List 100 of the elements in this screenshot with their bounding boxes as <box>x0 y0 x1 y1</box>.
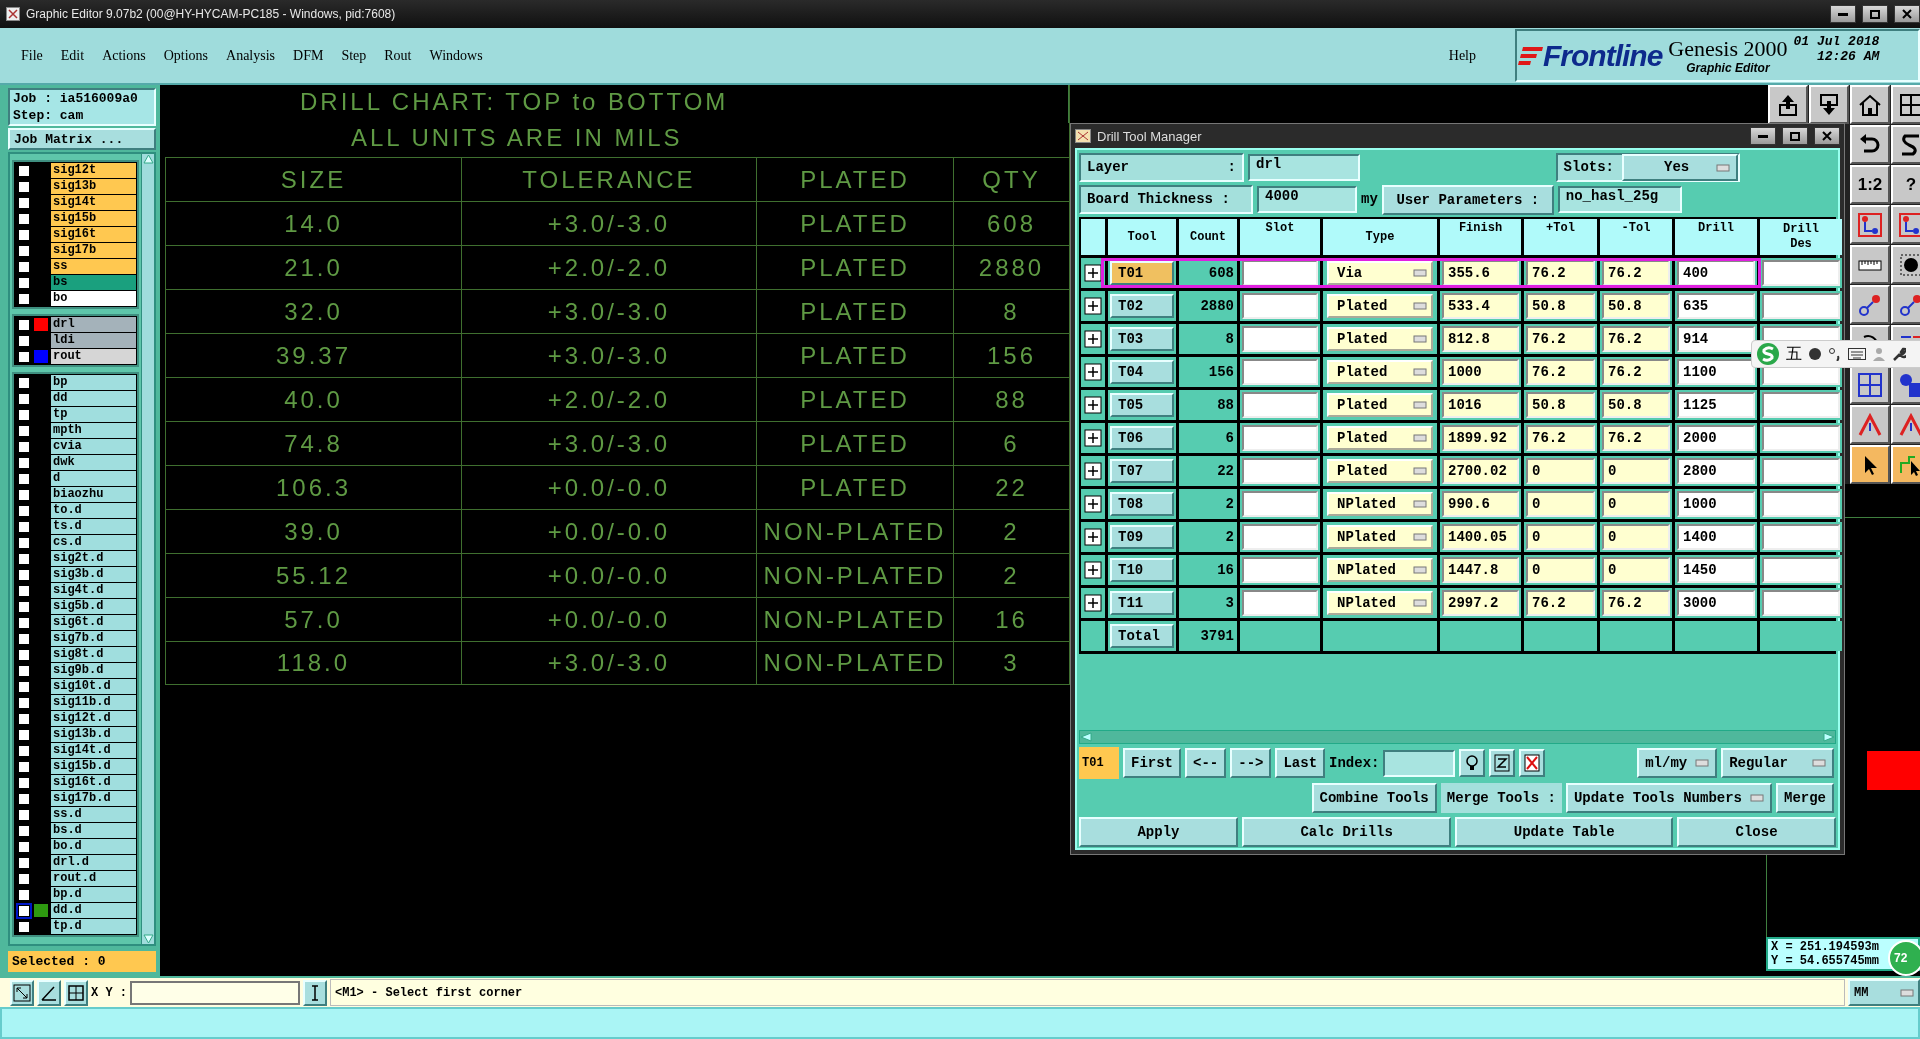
checkbox[interactable] <box>18 504 30 517</box>
layer-item[interactable]: ss <box>51 259 136 274</box>
input-field[interactable] <box>1242 557 1318 583</box>
toolbar-button[interactable] <box>1891 85 1920 124</box>
input-field[interactable]: 1016 <box>1442 392 1519 418</box>
input-field[interactable] <box>1762 260 1840 286</box>
toolbar-button[interactable] <box>1850 285 1890 324</box>
input-field[interactable]: 533.4 <box>1442 293 1519 319</box>
input-field[interactable]: 50.8 <box>1526 392 1595 418</box>
layer-item[interactable]: mpth <box>51 423 136 438</box>
action-button[interactable]: Close <box>1677 816 1837 847</box>
input-field[interactable] <box>1242 458 1318 484</box>
mode-dropdown[interactable]: Regular <box>1721 748 1834 778</box>
toolbar-button[interactable] <box>1891 205 1920 244</box>
layer-item[interactable]: drl <box>51 317 136 332</box>
checkbox[interactable] <box>18 632 30 645</box>
checkbox[interactable] <box>18 776 30 789</box>
input-field[interactable] <box>1762 392 1840 418</box>
layer-item[interactable]: sig12t.d <box>51 711 136 726</box>
layer-item[interactable]: sig6t.d <box>51 615 136 630</box>
input-field[interactable]: 76.2 <box>1602 260 1670 286</box>
layer-item[interactable]: ts.d <box>51 519 136 534</box>
input-field[interactable]: 50.8 <box>1526 293 1595 319</box>
expand-icon[interactable] <box>1084 396 1102 414</box>
menu-item[interactable]: Windows <box>420 47 492 64</box>
expand-icon[interactable] <box>1084 561 1102 579</box>
input-field[interactable]: drl <box>1248 154 1360 181</box>
input-field[interactable]: 2700.02 <box>1442 458 1519 484</box>
type-dropdown[interactable]: NPlated <box>1327 558 1433 582</box>
layer-item[interactable]: bp.d <box>51 887 136 902</box>
checkbox[interactable] <box>18 376 30 389</box>
tool-button[interactable]: T04 <box>1110 360 1174 384</box>
input-field[interactable]: 2000 <box>1677 425 1755 451</box>
layer-item[interactable]: sig14t.d <box>51 743 136 758</box>
type-dropdown[interactable]: Plated <box>1327 360 1433 384</box>
expand-icon[interactable] <box>1084 594 1102 612</box>
input-field[interactable]: 0 <box>1602 557 1670 583</box>
input-mode[interactable]: 五 <box>1786 343 1802 365</box>
type-dropdown[interactable]: NPlated <box>1327 525 1433 549</box>
layer-item[interactable]: tp <box>51 407 136 422</box>
input-field[interactable]: 50.8 <box>1602 392 1670 418</box>
dot-icon[interactable] <box>1808 347 1822 361</box>
layer-item[interactable]: bo <box>51 291 136 306</box>
tool-button[interactable]: T05 <box>1110 393 1174 417</box>
type-dropdown[interactable]: Plated <box>1327 327 1433 351</box>
layer-item[interactable]: sig9b.d <box>51 663 136 678</box>
layer-item[interactable]: sig15b.d <box>51 759 136 774</box>
nav-button[interactable]: First <box>1123 748 1181 778</box>
input-field[interactable]: 635 <box>1677 293 1755 319</box>
icon-button[interactable] <box>1489 749 1516 777</box>
layer-item[interactable]: sig16t <box>51 227 136 242</box>
input-field[interactable]: 1450 <box>1677 557 1755 583</box>
units-dropdown[interactable]: MM <box>1848 979 1920 1006</box>
toolbar-button[interactable] <box>1850 445 1890 484</box>
checkbox[interactable] <box>18 488 30 501</box>
checkbox[interactable] <box>18 648 30 661</box>
tool-button[interactable]: T03 <box>1110 327 1174 351</box>
close-button[interactable] <box>1894 5 1920 23</box>
tool-button[interactable]: T02 <box>1110 294 1174 318</box>
input-field[interactable] <box>1383 749 1456 777</box>
checkbox[interactable] <box>18 696 30 709</box>
input-field[interactable]: 76.2 <box>1526 326 1595 352</box>
checkbox[interactable] <box>18 664 30 677</box>
layer-item[interactable]: ss.d <box>51 807 136 822</box>
input-field[interactable]: 2997.2 <box>1442 590 1519 616</box>
tool-button[interactable]: T01 <box>1110 261 1174 285</box>
input-field[interactable] <box>1762 491 1840 517</box>
minimize-button[interactable] <box>1830 5 1856 23</box>
punctuation-icon[interactable] <box>1828 347 1842 361</box>
layer-item[interactable]: dd <box>51 391 136 406</box>
keyboard-icon[interactable] <box>1848 348 1866 360</box>
input-field[interactable]: 1000 <box>1442 359 1519 385</box>
action-button[interactable]: Apply <box>1079 816 1238 847</box>
input-field[interactable]: 0 <box>1526 557 1595 583</box>
toolbar-button[interactable]: ? <box>1891 165 1920 204</box>
layer-item[interactable]: sig8t.d <box>51 647 136 662</box>
checkbox[interactable] <box>18 276 30 289</box>
type-dropdown[interactable]: NPlated <box>1327 591 1433 615</box>
checkbox[interactable] <box>18 228 30 241</box>
units-dropdown[interactable]: ml/my <box>1637 748 1718 778</box>
checkbox[interactable] <box>18 472 30 485</box>
expand-icon[interactable] <box>1084 297 1102 315</box>
tool-button[interactable]: T10 <box>1110 558 1174 582</box>
input-field[interactable] <box>130 980 300 1005</box>
cursor-button[interactable] <box>303 979 327 1006</box>
input-field[interactable]: 0 <box>1526 491 1595 517</box>
checkbox[interactable] <box>18 856 30 869</box>
user-parameters-button[interactable]: User Parameters : <box>1381 184 1554 215</box>
status-button[interactable] <box>37 979 61 1006</box>
input-field[interactable]: no_hasl_25g <box>1557 186 1682 213</box>
input-field[interactable] <box>1242 326 1318 352</box>
status-button[interactable] <box>64 979 88 1006</box>
layer-item[interactable]: sig4t.d <box>51 583 136 598</box>
menu-item[interactable]: Step <box>332 47 376 64</box>
input-field[interactable] <box>1242 260 1318 286</box>
input-field[interactable] <box>1762 590 1840 616</box>
layer-item[interactable]: sig2t.d <box>51 551 136 566</box>
layer-item[interactable]: to.d <box>51 503 136 518</box>
expand-icon[interactable] <box>1084 528 1102 546</box>
checkbox[interactable] <box>18 840 30 853</box>
